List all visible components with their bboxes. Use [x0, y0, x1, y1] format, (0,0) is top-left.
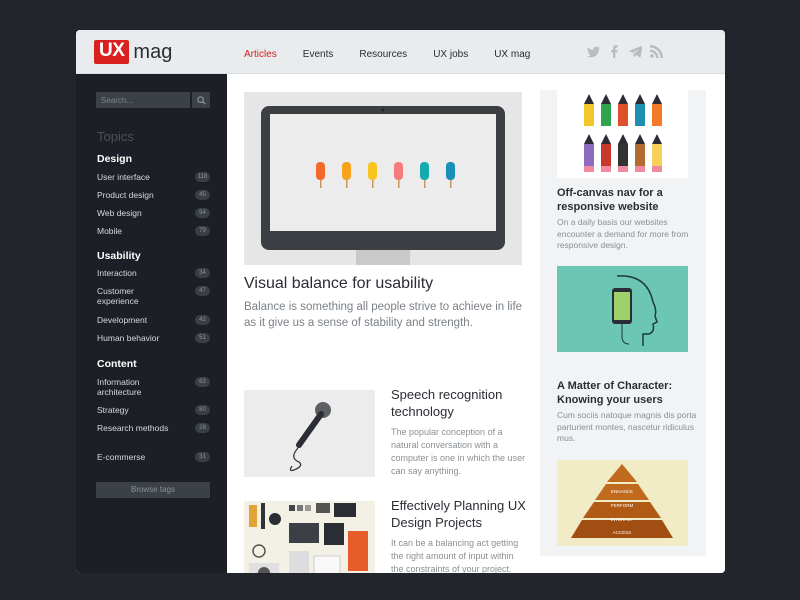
count-badge: 28	[195, 423, 210, 433]
article-thumbnail-microphone[interactable]	[244, 390, 375, 477]
category-usability[interactable]: Usability	[97, 250, 141, 262]
count-badge: 45	[195, 190, 210, 200]
article-description: It can be a balancing act getting the ri…	[391, 538, 519, 573]
count-badge: 94	[195, 208, 210, 218]
nav-ux-mag[interactable]: UX mag	[494, 49, 530, 60]
pyramid-level-access: ACCESS	[613, 530, 632, 535]
logo-mag: mag	[133, 41, 173, 63]
article-title[interactable]: Speech recognition technology	[391, 386, 531, 420]
count-badge: 51	[195, 333, 210, 343]
sidebar-item-user-interface[interactable]: User interface 118	[97, 172, 210, 182]
search-button[interactable]	[192, 92, 210, 108]
count-badge: 42	[195, 315, 210, 325]
nav-articles[interactable]: Articles	[244, 49, 277, 60]
monitor-illustration	[261, 106, 505, 265]
card-thumbnail-head-phone[interactable]	[557, 266, 688, 352]
sidebar-item-label: Customer experience	[97, 286, 139, 306]
sidebar-item-label: Information architecture	[97, 377, 142, 397]
sidebar-item-label: Product design	[97, 190, 154, 200]
card-title[interactable]: A Matter of Character: Knowing your user…	[557, 379, 697, 407]
search-icon	[196, 95, 206, 105]
sidebar-item-development[interactable]: Development 42	[97, 315, 210, 325]
sidebar-item-mobile[interactable]: Mobile 79	[97, 226, 210, 236]
pencils-illustration	[584, 94, 662, 172]
sidebar-item-product-design[interactable]: Product design 45	[97, 190, 210, 200]
pyramid-illustration: ENHANCE PERFORM INTERACT ACCESS	[571, 464, 673, 538]
featured-image[interactable]	[244, 92, 522, 265]
main-nav: Articles Events Resources UX jobs UX mag	[244, 49, 556, 60]
twitter-icon[interactable]	[587, 45, 600, 58]
count-badge: 80	[195, 405, 210, 415]
sidebar-item-interaction[interactable]: Interaction 34	[97, 268, 210, 278]
nav-resources[interactable]: Resources	[359, 49, 407, 60]
article-thumbnail-desk[interactable]	[244, 501, 375, 573]
browse-tags-button[interactable]: Browse tags	[96, 482, 210, 498]
count-badge: 79	[195, 226, 210, 236]
card-thumbnail-pyramid[interactable]: ENHANCE PERFORM INTERACT ACCESS	[557, 460, 688, 546]
head-phone-illustration	[612, 275, 658, 346]
sidebar-item-human-behavior[interactable]: Human behavior 51	[97, 333, 210, 343]
count-badge: 31	[195, 452, 210, 462]
facebook-icon[interactable]	[608, 45, 621, 58]
header: UX mag Articles Events Resources UX jobs…	[76, 30, 725, 74]
sidebar-item-label: Interaction	[97, 268, 137, 278]
nav-events[interactable]: Events	[303, 49, 334, 60]
sidebar-item-web-design[interactable]: Web design 94	[97, 208, 210, 218]
category-design[interactable]: Design	[97, 153, 132, 165]
card-description: On a daily basis our websites encounter …	[557, 217, 689, 250]
sidebar-item-strategy[interactable]: Strategy 80	[97, 405, 210, 415]
sidebar-item-label: Web design	[97, 208, 142, 218]
sidebar-item-label: Mobile	[97, 226, 123, 236]
sidebar-item-label: Human behavior	[97, 333, 160, 343]
nav-ux-jobs[interactable]: UX jobs	[433, 49, 468, 60]
social-links	[587, 45, 663, 58]
sidebar-item-label: Strategy	[97, 405, 129, 415]
logo[interactable]: UX mag	[94, 40, 172, 64]
sidebar: Topics Design User interface 118 Product …	[76, 74, 227, 573]
sidebar-item-label: Research methods	[97, 423, 169, 433]
card-thumbnail-pencils[interactable]	[557, 90, 688, 178]
sidebar-item-label: Development	[97, 315, 148, 325]
microphone-illustration	[289, 402, 331, 472]
sidebar-item-label: User interface	[97, 172, 150, 182]
count-badge: 118	[195, 172, 210, 182]
category-content[interactable]: Content	[97, 358, 137, 370]
rss-icon[interactable]	[650, 45, 663, 58]
sidebar-item-research-methods[interactable]: Research methods 28	[97, 423, 210, 433]
desk-illustration	[249, 503, 368, 573]
sidebar-item-label: E-commerse	[97, 452, 146, 462]
search-input[interactable]	[96, 92, 190, 108]
pyramid-level-interact: INTERACT	[611, 517, 634, 522]
pyramid-level-enhance: ENHANCE	[611, 489, 633, 494]
featured-title[interactable]: Visual balance for usability	[244, 275, 433, 293]
topics-heading: Topics	[97, 129, 134, 144]
sidebar-cards: Off-canvas nav for a responsive website …	[540, 90, 706, 556]
card-title[interactable]: Off-canvas nav for a responsive website	[557, 186, 697, 214]
count-badge: 47	[195, 286, 210, 296]
featured-description: Balance is something all people strive t…	[244, 301, 523, 329]
logo-ux: UX	[94, 40, 130, 64]
pyramid-level-perform: PERFORM	[611, 503, 634, 508]
telegram-icon[interactable]	[629, 45, 642, 58]
main-content: Visual balance for usability Balance is …	[227, 74, 725, 573]
article-description: The popular conception of a natural conv…	[391, 427, 526, 476]
count-badge: 34	[195, 268, 210, 278]
article-title[interactable]: Effectively Planning UX Design Projects	[391, 497, 531, 531]
card-description: Cum sociis natoque magnis dis porta part…	[557, 410, 697, 443]
app-window: UX mag Articles Events Resources UX jobs…	[76, 30, 725, 573]
sidebar-item-e-commerse[interactable]: E-commerse 31	[97, 452, 210, 462]
sidebar-item-customer-experience[interactable]: Customer experience 47	[97, 286, 210, 306]
sidebar-item-information-architecture[interactable]: Information architecture 63	[97, 377, 210, 397]
count-badge: 63	[195, 377, 210, 387]
